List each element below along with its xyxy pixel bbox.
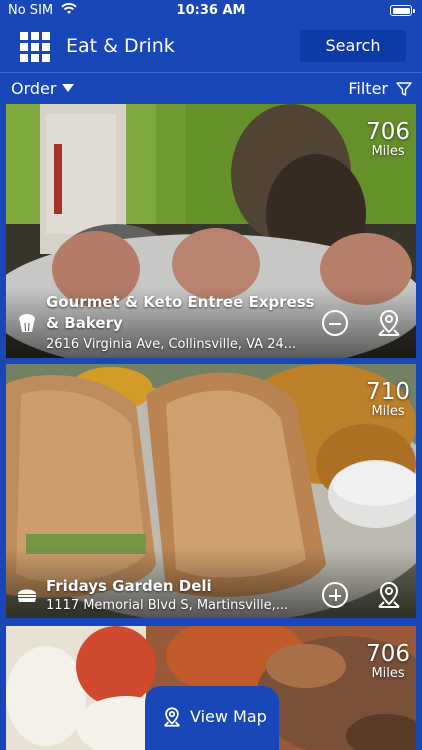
minus-icon bbox=[329, 323, 341, 325]
view-map-label: View Map bbox=[190, 707, 267, 726]
search-button[interactable]: Search bbox=[300, 30, 406, 62]
order-dropdown[interactable]: Order bbox=[11, 79, 56, 98]
distance-unit: Miles bbox=[371, 144, 405, 159]
battery-icon bbox=[390, 5, 415, 16]
listing-address: 2616 Virginia Ave, Collinsville, VA 24..… bbox=[46, 337, 297, 352]
grid-menu-icon[interactable] bbox=[20, 32, 50, 62]
status-bar: No SIM 10:36 AM bbox=[0, 0, 422, 22]
clock: 10:36 AM bbox=[176, 3, 246, 18]
distance-badge: 706 Miles bbox=[366, 642, 410, 681]
listing-card[interactable]: 710 Miles Fridays Garden Deli 1117 Memor… bbox=[6, 364, 416, 618]
location-pin-icon[interactable] bbox=[375, 308, 403, 338]
view-map-button[interactable]: View Map bbox=[145, 686, 279, 750]
listing-name: Gourmet & Keto Entree Express & Bakery bbox=[46, 293, 315, 332]
listing-name: Fridays Garden Deli bbox=[46, 577, 212, 595]
sandwich-icon bbox=[18, 589, 36, 602]
distance-unit: Miles bbox=[371, 404, 405, 419]
app-header: Eat & Drink Search bbox=[0, 22, 422, 72]
location-pin-icon[interactable] bbox=[375, 580, 403, 610]
distance-badge: 706 Miles bbox=[366, 120, 410, 159]
distance-value: 706 bbox=[366, 641, 410, 667]
caret-down-icon[interactable] bbox=[62, 84, 74, 92]
filter-icon[interactable] bbox=[396, 81, 412, 97]
add-button[interactable] bbox=[322, 582, 348, 608]
sort-filter-bar: Order Filter bbox=[0, 72, 422, 104]
distance-value: 706 bbox=[366, 119, 410, 145]
remove-button[interactable] bbox=[322, 310, 348, 336]
listing-address: 1117 Memorial Blvd S, Martinsville,... bbox=[46, 598, 289, 613]
distance-value: 710 bbox=[366, 379, 410, 405]
distance-unit: Miles bbox=[371, 666, 405, 681]
map-pin-icon bbox=[164, 707, 180, 727]
distance-badge: 710 Miles bbox=[366, 380, 410, 419]
bakery-icon bbox=[19, 314, 35, 332]
page-title: Eat & Drink bbox=[66, 35, 175, 57]
listing-card[interactable]: 706 Miles Gourmet & Keto Entree Express … bbox=[6, 104, 416, 358]
filter-button[interactable]: Filter bbox=[348, 79, 388, 98]
